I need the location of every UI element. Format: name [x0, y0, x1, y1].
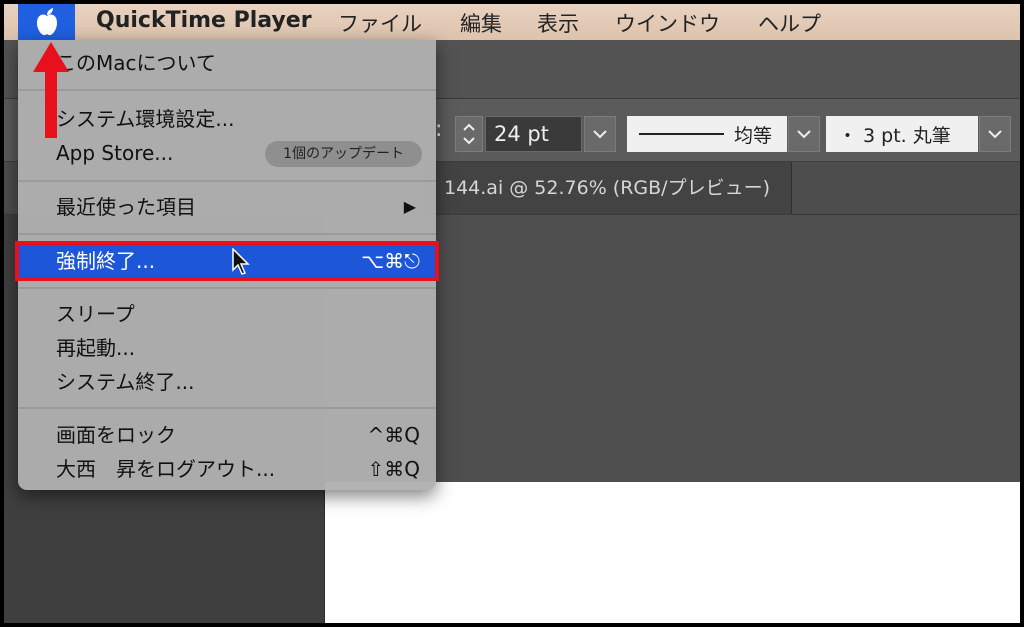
apple-logo-icon [36, 8, 57, 36]
annotation-arrow-icon [33, 42, 69, 138]
menu-separator [18, 287, 436, 289]
font-size-dropdown-button[interactable] [584, 116, 616, 152]
menu-item-about[interactable]: このMacについて [18, 46, 436, 80]
menu-separator [18, 180, 436, 182]
menu-item-label: App Store... [56, 141, 174, 165]
brush-definition-select[interactable]: ・ 3 pt. 丸筆 [826, 116, 978, 152]
font-size-stepper[interactable] [455, 116, 483, 152]
menu-item-shutdown[interactable]: システム終了... [18, 365, 436, 399]
menu-edit[interactable]: 編集 [460, 8, 502, 38]
stroke-profile-label: 均等 [734, 124, 773, 147]
menu-item-sleep[interactable]: スリープ [18, 297, 436, 331]
menu-separator [18, 89, 436, 91]
menu-item-system-prefs[interactable]: システム環境設定... [18, 102, 436, 136]
logout-shortcut: ⇧⌘Q [367, 457, 421, 481]
menu-separator [18, 407, 436, 409]
menu-item-logout[interactable]: 大西 昇をログアウト... ⇧⌘Q [18, 452, 436, 486]
screen: 144.ai @ 52.76% (RGB/プレビュー) : 24 pt 均等 ・… [4, 4, 1020, 623]
menu-help[interactable]: ヘルプ [758, 8, 821, 38]
document-tab[interactable]: 144.ai @ 52.76% (RGB/プレビュー) [424, 162, 792, 214]
brush-label: ・ 3 pt. 丸筆 [838, 124, 951, 147]
force-quit-shortcut: ⌥⌘⎋ [361, 249, 420, 273]
menu-separator [18, 233, 436, 235]
menu-item-label: システム終了... [56, 370, 195, 394]
menu-item-recent-items[interactable]: 最近使った項目 ▶ [18, 190, 436, 224]
stepper-arrows-icon [463, 123, 475, 145]
menu-item-label: 強制終了... [56, 249, 156, 273]
menu-item-label: このMacについて [56, 51, 216, 75]
font-size-separator: : [435, 117, 443, 142]
font-size-field[interactable]: 24 pt [485, 116, 582, 152]
menu-item-label: 最近使った項目 [56, 195, 196, 219]
chevron-down-icon [797, 130, 811, 139]
mouse-cursor-icon [232, 248, 250, 275]
app-name-menu[interactable]: QuickTime Player [96, 8, 312, 33]
stroke-line-preview [639, 133, 724, 135]
menu-item-label: 再起動... [56, 336, 136, 360]
menu-item-label: システム環境設定... [56, 107, 235, 131]
menu-bar: QuickTime Player ファイル 編集 表示 ウインドウ ヘルプ [4, 4, 1020, 40]
chevron-down-icon [593, 130, 607, 139]
menu-file[interactable]: ファイル [338, 8, 422, 38]
menu-window[interactable]: ウインドウ [615, 8, 720, 38]
stroke-profile-dropdown-button[interactable] [788, 116, 820, 152]
menu-item-label: 大西 昇をログアウト... [56, 457, 276, 481]
menu-item-lock-screen[interactable]: 画面をロック ^⌘Q [18, 418, 436, 452]
menu-item-label: スリープ [56, 302, 135, 326]
menu-item-app-store[interactable]: App Store... 1個のアップデート [18, 136, 436, 170]
submenu-arrow-icon: ▶ [403, 197, 416, 216]
menu-item-restart[interactable]: 再起動... [18, 331, 436, 365]
update-badge: 1個のアップデート [265, 141, 422, 167]
lock-screen-shortcut: ^⌘Q [367, 423, 421, 447]
stroke-profile-select[interactable]: 均等 [627, 116, 787, 152]
chevron-down-icon [988, 130, 1002, 139]
document-tab-title: 144.ai @ 52.76% (RGB/プレビュー) [444, 177, 770, 199]
menu-item-label: 画面をロック [56, 423, 176, 447]
apple-menu-button[interactable] [18, 4, 75, 40]
menu-view[interactable]: 表示 [537, 8, 579, 38]
menu-item-force-quit[interactable]: 強制終了... ⌥⌘⎋ [15, 241, 439, 281]
brush-dropdown-button[interactable] [979, 116, 1011, 152]
artboard[interactable] [325, 482, 1020, 623]
apple-menu-dropdown: このMacについて システム環境設定... App Store... 1個のアッ… [15, 40, 439, 490]
